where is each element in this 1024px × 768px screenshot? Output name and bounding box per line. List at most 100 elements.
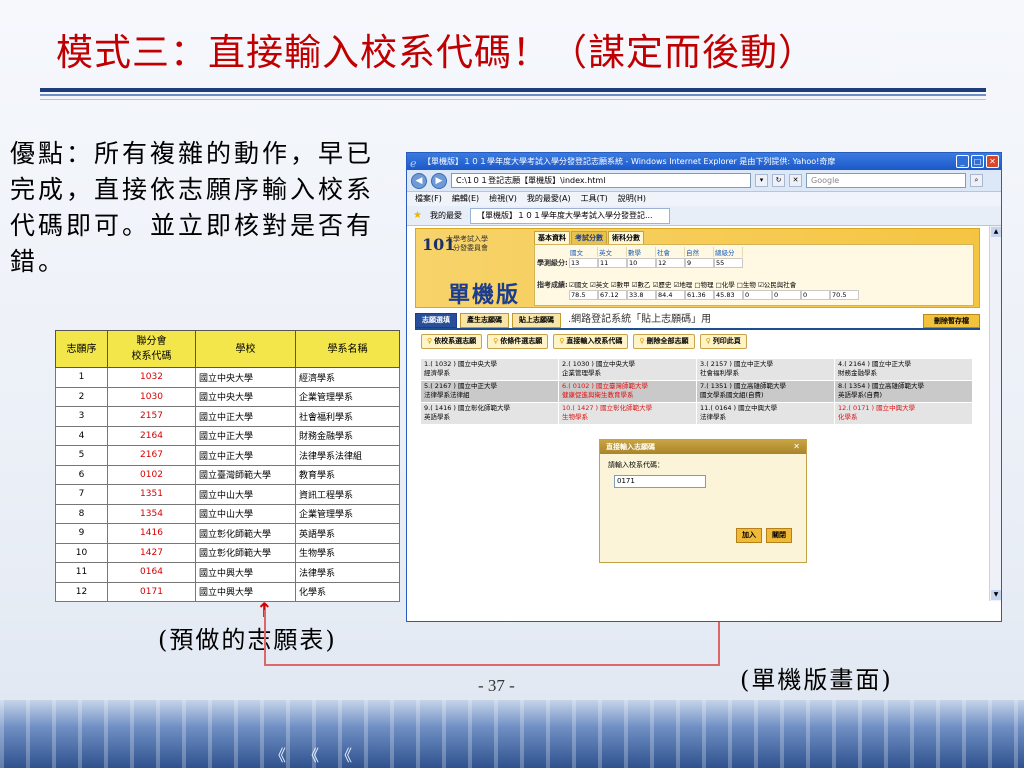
row-department: 法律學系法律組 [295,445,400,466]
table-row: 1 1032 國立中央大學 經濟學系 [55,367,400,388]
delete-temp-button[interactable]: 刪除暫存檔 [923,314,980,328]
row-order: 2 [55,386,108,407]
choice-item[interactable]: 12.( 0171 ) 國立中興大學 化學系 [835,403,973,425]
score-cell: 61.36 [685,290,714,300]
slide-title: 模式三：直接輸入校系代碼！（謀定而後動） [56,31,816,74]
choice-item[interactable]: 5.( 2167 ) 國立中正大學 法律學系法律組 [421,381,559,403]
choice-item[interactable]: 8.( 1354 ) 國立高雄師範大學 英語學系(自費) [835,381,973,403]
footer-stripe [520,700,524,768]
tab-skill-scores[interactable]: 術科分數 [608,231,644,245]
choice-item[interactable]: 10.( 1427 ) 國立彰化師範大學 生物學系 [559,403,697,425]
dept-code-input[interactable]: 0171 [614,475,706,488]
row-department: 企業管理學系 [295,503,400,524]
choice-item[interactable]: 7.( 1351 ) 國立高雄師範大學 國文學系國文組(自費) [697,381,835,403]
address-input[interactable]: C:\1０１登記志願【單機版】\index.html [451,173,751,188]
ie-icon: ℯ [410,157,417,170]
action-label: 依條件選志願 [500,337,543,345]
tab-generate-code[interactable]: 產生志願碼 [460,313,509,328]
choice-item[interactable]: 6.( 0102 ) 國立臺灣師範大學 健康促進與衛生教育學系 [559,381,697,403]
footer-stripe [26,700,30,768]
select-by-condition-button[interactable]: ♀ 依條件選志願 [487,334,549,349]
footer-stripe [416,700,420,768]
dialog-label: 請輸入校系代碼： [608,461,664,469]
footer-stripe [364,700,368,768]
col-header-code: 聯分會 校系代碼 [107,330,196,368]
menu-file[interactable]: 檔案(F) [415,192,442,206]
dialog-close-button[interactable]: 關閉 [766,528,792,543]
close-icon[interactable]: ✕ [986,155,999,168]
menu-edit[interactable]: 編輯(E) [452,192,479,206]
ast-label: 指考成績: [537,281,568,289]
action-label: 依校系選志願 [434,337,477,345]
scroll-up-icon[interactable]: ▲ [991,227,1001,237]
dialog-title: 直接輸入志願碼 [606,443,655,451]
refresh-icon[interactable]: ↻ [772,174,785,187]
choice-item[interactable]: 9.( 1416 ) 國立彰化師範大學 英語學系 [421,403,559,425]
tab-paste-code[interactable]: 貼上志願碼 [512,313,561,328]
delete-all-button[interactable]: ♀ 刪除全部志願 [633,334,695,349]
menu-view[interactable]: 檢視(V) [489,192,517,206]
ast-subjects[interactable]: ☑國文 ☑英文 ☑數甲 ☑數乙 ☑歷史 ☑地理 □物理 □化學 □生物 ☑公民與… [569,279,796,289]
footer-stripe [624,700,628,768]
footer-stripe [572,700,576,768]
table-row: 2 1030 國立中央大學 企業管理學系 [55,386,400,407]
close-icon[interactable]: ✕ [793,440,800,454]
star-icon: ★ [413,210,422,221]
direct-input-button[interactable]: ♀ 直接輸入校系代碼 [553,334,629,349]
footer-stripe [234,700,238,768]
stop-icon[interactable]: ✕ [789,174,802,187]
choice-item[interactable]: 11.( 0164 ) 國立中興大學 法律學系 [697,403,835,425]
row-code: 2164 [107,425,196,446]
gsat-label: 學測級分: [537,259,568,267]
row-order: 3 [55,406,108,427]
score-cell: 70.5 [830,290,859,300]
app-header: 101 大學考試入學 分發委員會 單機版 基本資料 考試分數 術科分數 學測級分… [415,228,980,308]
row-school: 國立中央大學 [195,386,296,407]
menu-help[interactable]: 說明(H) [618,192,646,206]
footer-stripe [702,700,706,768]
action-bar: ♀ 依校系選志願 ♀ 依條件選志願 ♀ 直接輸入校系代碼 ♀ 刪除全部志願 ♀ 列印此頁 [421,334,747,349]
search-input[interactable]: Google [806,173,966,188]
tab-fill-choices[interactable]: 志願選填 [415,313,457,328]
footer-stripe [832,700,836,768]
browser-tab[interactable]: 【單機版】１０１學年度大學考試入學分發登記... [469,207,670,224]
footer-stripe [182,700,186,768]
vertical-scrollbar[interactable]: ▲ ▼ [989,226,1001,601]
menu-favorites[interactable]: 我的最愛(A) [527,192,571,206]
table-row: 7 1351 國立中山大學 資訊工程學系 [55,484,400,505]
row-department: 化學系 [295,581,400,602]
score-cell: 總級分 [714,247,743,257]
maximize-icon[interactable]: □ [971,155,984,168]
row-order: 11 [55,562,108,583]
footer-stripe [650,700,654,768]
forward-icon[interactable]: ▶ [431,172,447,189]
menu-tools[interactable]: 工具(T) [581,192,608,206]
dropdown-icon[interactable]: ▾ [755,174,768,187]
print-page-button[interactable]: ♀ 列印此頁 [699,334,747,349]
address-bar: ◀ ▶ C:\1０１登記志願【單機版】\index.html ▾ ↻ ✕ Goo… [407,170,1001,192]
back-icon[interactable]: ◀ [411,172,427,189]
bulb-icon: ♀ [639,337,645,345]
score-cell: 78.5 [569,290,598,300]
tab-exam-scores[interactable]: 考試分數 [571,231,607,245]
page-number: - 37 - [478,676,515,695]
choice-item[interactable]: 3.( 2157 ) 國立中正大學 社會福利學系 [697,359,835,381]
choice-item[interactable]: 4.( 2164 ) 國立中正大學 財務金融學系 [835,359,973,381]
advantage-text: 優點：所有複雜的動作，早已完成，直接依志願序輸入校系代碼即可。並立即核對是否有錯… [10,139,375,276]
favorites-label[interactable]: 我的最愛 [430,210,462,221]
row-school: 國立中興大學 [195,581,296,602]
choice-item[interactable]: 1.( 1032 ) 國立中央大學 經濟學系 [421,359,559,381]
select-by-dept-button[interactable]: ♀ 依校系選志願 [421,334,483,349]
add-button[interactable]: 加入 [736,528,762,543]
row-school: 國立中山大學 [195,503,296,524]
footer-chevrons: 《 《 《 [270,746,359,765]
footer-stripe [728,700,732,768]
choice-item[interactable]: 2.( 1030 ) 國立中央大學 企業管理學系 [559,359,697,381]
scroll-down-icon[interactable]: ▼ [991,590,1001,600]
row-code: 1416 [107,523,196,544]
tab-basic-info[interactable]: 基本資料 [534,231,570,245]
minimize-icon[interactable]: _ [956,155,969,168]
col-header-order: 志願序 [55,330,108,368]
table-row: 4 2164 國立中正大學 財務金融學系 [55,425,400,446]
search-icon[interactable]: ⌕ [970,174,983,187]
